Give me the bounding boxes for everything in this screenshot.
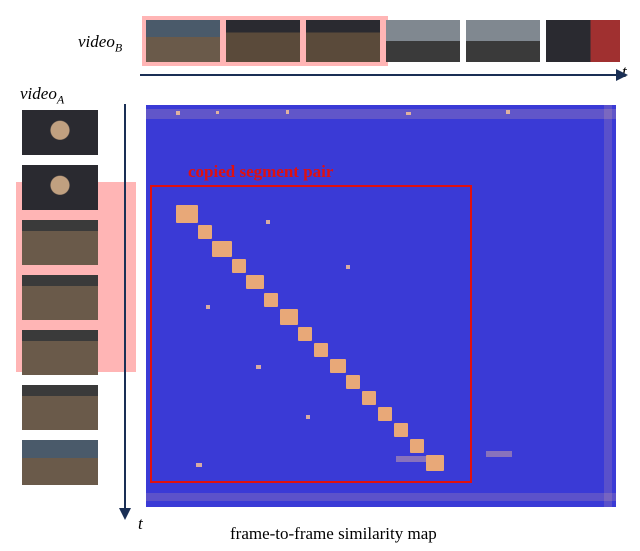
label-video-a: videoA — [20, 84, 64, 107]
axis-arrow-vertical — [124, 104, 126, 518]
video-a-frame — [22, 440, 98, 485]
video-b-frame — [226, 20, 300, 62]
axis-label-t-bottom: t — [138, 514, 143, 534]
video-a-frame — [22, 165, 98, 210]
video-a-frame — [22, 330, 98, 375]
video-b-frame — [466, 20, 540, 62]
video-b-frame — [386, 20, 460, 62]
video-b-frame — [306, 20, 380, 62]
figure-caption: frame-to-frame similarity map — [230, 524, 437, 544]
video-a-thumbnails — [22, 110, 98, 485]
copied-segment-box — [150, 185, 472, 483]
video-b-frame — [146, 20, 220, 62]
video-b-thumbnails — [146, 20, 620, 62]
video-a-frame — [22, 110, 98, 155]
copied-segment-label: copied segment pair — [188, 162, 333, 182]
label-video-b: videoB — [78, 32, 122, 55]
video-a-frame — [22, 220, 98, 265]
video-a-frame — [22, 385, 98, 430]
video-a-frame — [22, 275, 98, 320]
video-b-frame — [546, 20, 620, 62]
axis-arrow-horizontal — [140, 74, 626, 76]
